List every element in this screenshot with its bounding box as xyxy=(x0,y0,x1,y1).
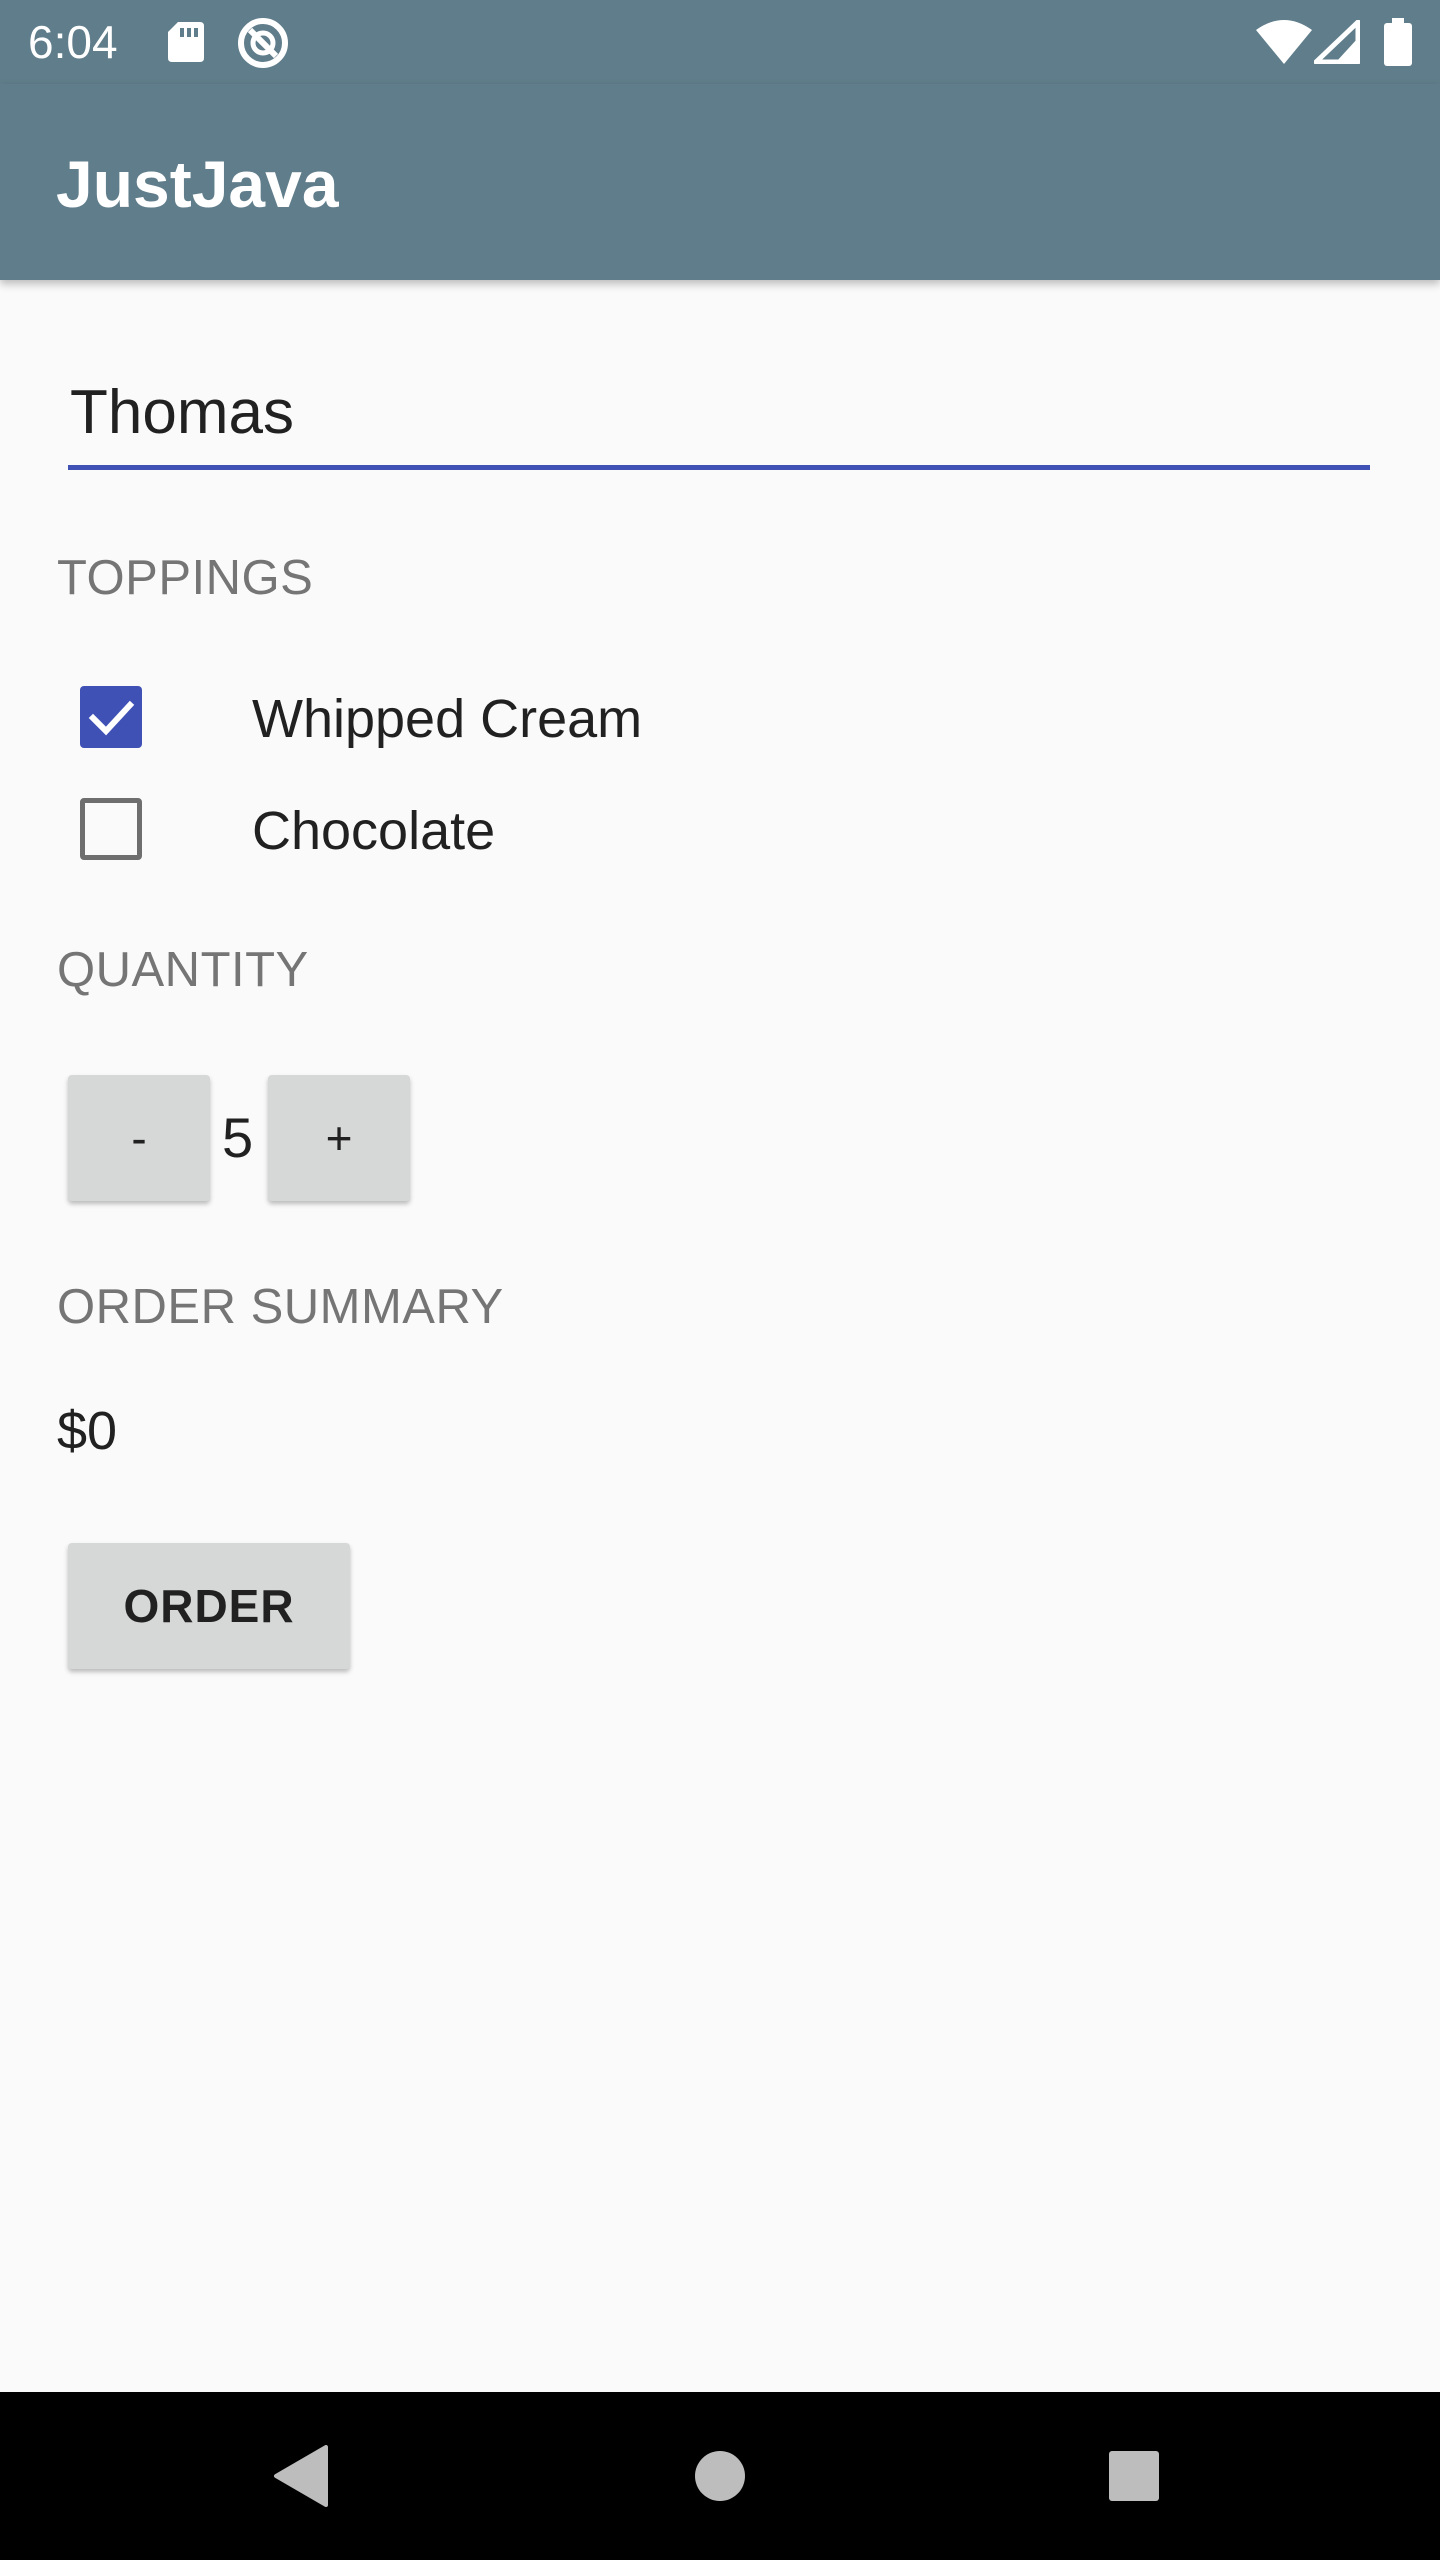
whipped-cream-checkbox[interactable]: Whipped Cream xyxy=(78,686,978,752)
increment-button[interactable]: + xyxy=(268,1075,410,1201)
home-button[interactable] xyxy=(620,2392,820,2560)
chocolate-checkbox[interactable]: Chocolate xyxy=(78,798,978,864)
navigation-bar xyxy=(0,2392,1440,2560)
back-button[interactable] xyxy=(200,2392,400,2560)
app-title: JustJava xyxy=(56,147,339,221)
battery-icon xyxy=(1384,18,1412,71)
status-time: 6:04 xyxy=(28,16,118,68)
sd-card-icon xyxy=(166,20,206,69)
status-bar: 6:04 xyxy=(0,0,1440,84)
recents-icon xyxy=(1109,2451,1159,2501)
home-icon xyxy=(695,2451,745,2501)
signal-icon xyxy=(1313,19,1361,69)
chocolate-label: Chocolate xyxy=(252,801,496,861)
name-input[interactable] xyxy=(68,360,1370,470)
quantity-label: QUANTITY xyxy=(57,943,309,997)
checkbox-unchecked-icon xyxy=(80,798,142,860)
sync-icon xyxy=(236,16,290,75)
back-icon xyxy=(274,2445,328,2507)
order-button[interactable]: ORDER xyxy=(68,1543,350,1669)
whipped-cream-label: Whipped Cream xyxy=(252,689,643,749)
app-bar: JustJava xyxy=(0,84,1440,280)
order-summary-label: ORDER SUMMARY xyxy=(57,1280,504,1334)
order-summary-value: $0 xyxy=(57,1401,118,1461)
toppings-label: TOPPINGS xyxy=(57,551,314,605)
decrement-button[interactable]: - xyxy=(68,1075,210,1201)
quantity-value: 5 xyxy=(222,1106,254,1169)
recents-button[interactable] xyxy=(1034,2392,1234,2560)
checkbox-checked-icon xyxy=(80,686,142,748)
wifi-icon xyxy=(1256,20,1312,69)
